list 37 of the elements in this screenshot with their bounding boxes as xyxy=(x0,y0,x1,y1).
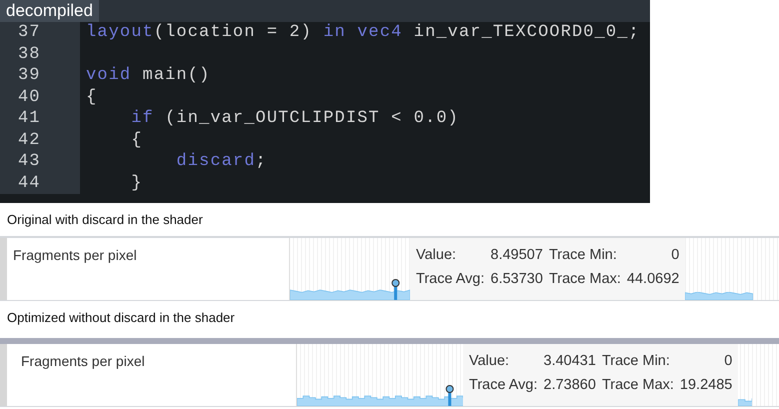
caption: Original with discard in the shader xyxy=(6,211,204,229)
line-number: 43 xyxy=(0,151,80,172)
line-number: 40 xyxy=(0,86,80,108)
line-number: 38 xyxy=(0,44,80,65)
line-number: 44 xyxy=(0,172,80,194)
line-number: 39 xyxy=(0,65,80,86)
stat-label: Trace Min: xyxy=(602,353,671,371)
code-line: if (in_var_OUTCLIPDIST < 0.0) xyxy=(130,108,459,130)
code-line: } xyxy=(130,172,143,194)
code-line: { xyxy=(85,86,98,108)
stat-value: 2.73860 xyxy=(544,376,596,394)
stat-value: 44.0692 xyxy=(626,270,680,288)
stat-label: Trace Max: xyxy=(548,270,621,288)
line-number: 41 xyxy=(0,108,80,130)
stat-value: 3.40431 xyxy=(544,353,596,371)
stat-value: 6.53730 xyxy=(490,270,543,288)
code-line: void main() xyxy=(85,65,210,86)
stat-value: 0 xyxy=(670,247,680,265)
line-number: 42 xyxy=(0,130,80,151)
caption: Optimized without discard in the shader xyxy=(6,309,236,327)
side-strip xyxy=(0,344,7,406)
stat-value: 8.49507 xyxy=(490,247,543,265)
stat-label: Value: xyxy=(469,353,510,371)
stat-value: 19.2485 xyxy=(680,376,732,394)
sparkline-drawing xyxy=(738,398,752,406)
editor-tab[interactable]: decompiled xyxy=(0,0,99,22)
stat-value: 0 xyxy=(723,353,732,371)
line-number: 37 xyxy=(0,22,80,44)
stat-label: Trace Avg: xyxy=(416,270,485,288)
code-line: discard; xyxy=(175,151,267,172)
stat-label: Trace Max: xyxy=(602,376,674,394)
code-line: layout(location = 2) in vec4 in_var_TEXCOORD0_0_; xyxy=(85,22,640,44)
stat-label: Value: xyxy=(416,247,458,265)
stat-label: Trace Min: xyxy=(548,247,618,265)
code-line: { xyxy=(130,130,143,151)
stat-label: Trace Avg: xyxy=(469,376,538,394)
sparkline-drawing xyxy=(685,292,754,300)
